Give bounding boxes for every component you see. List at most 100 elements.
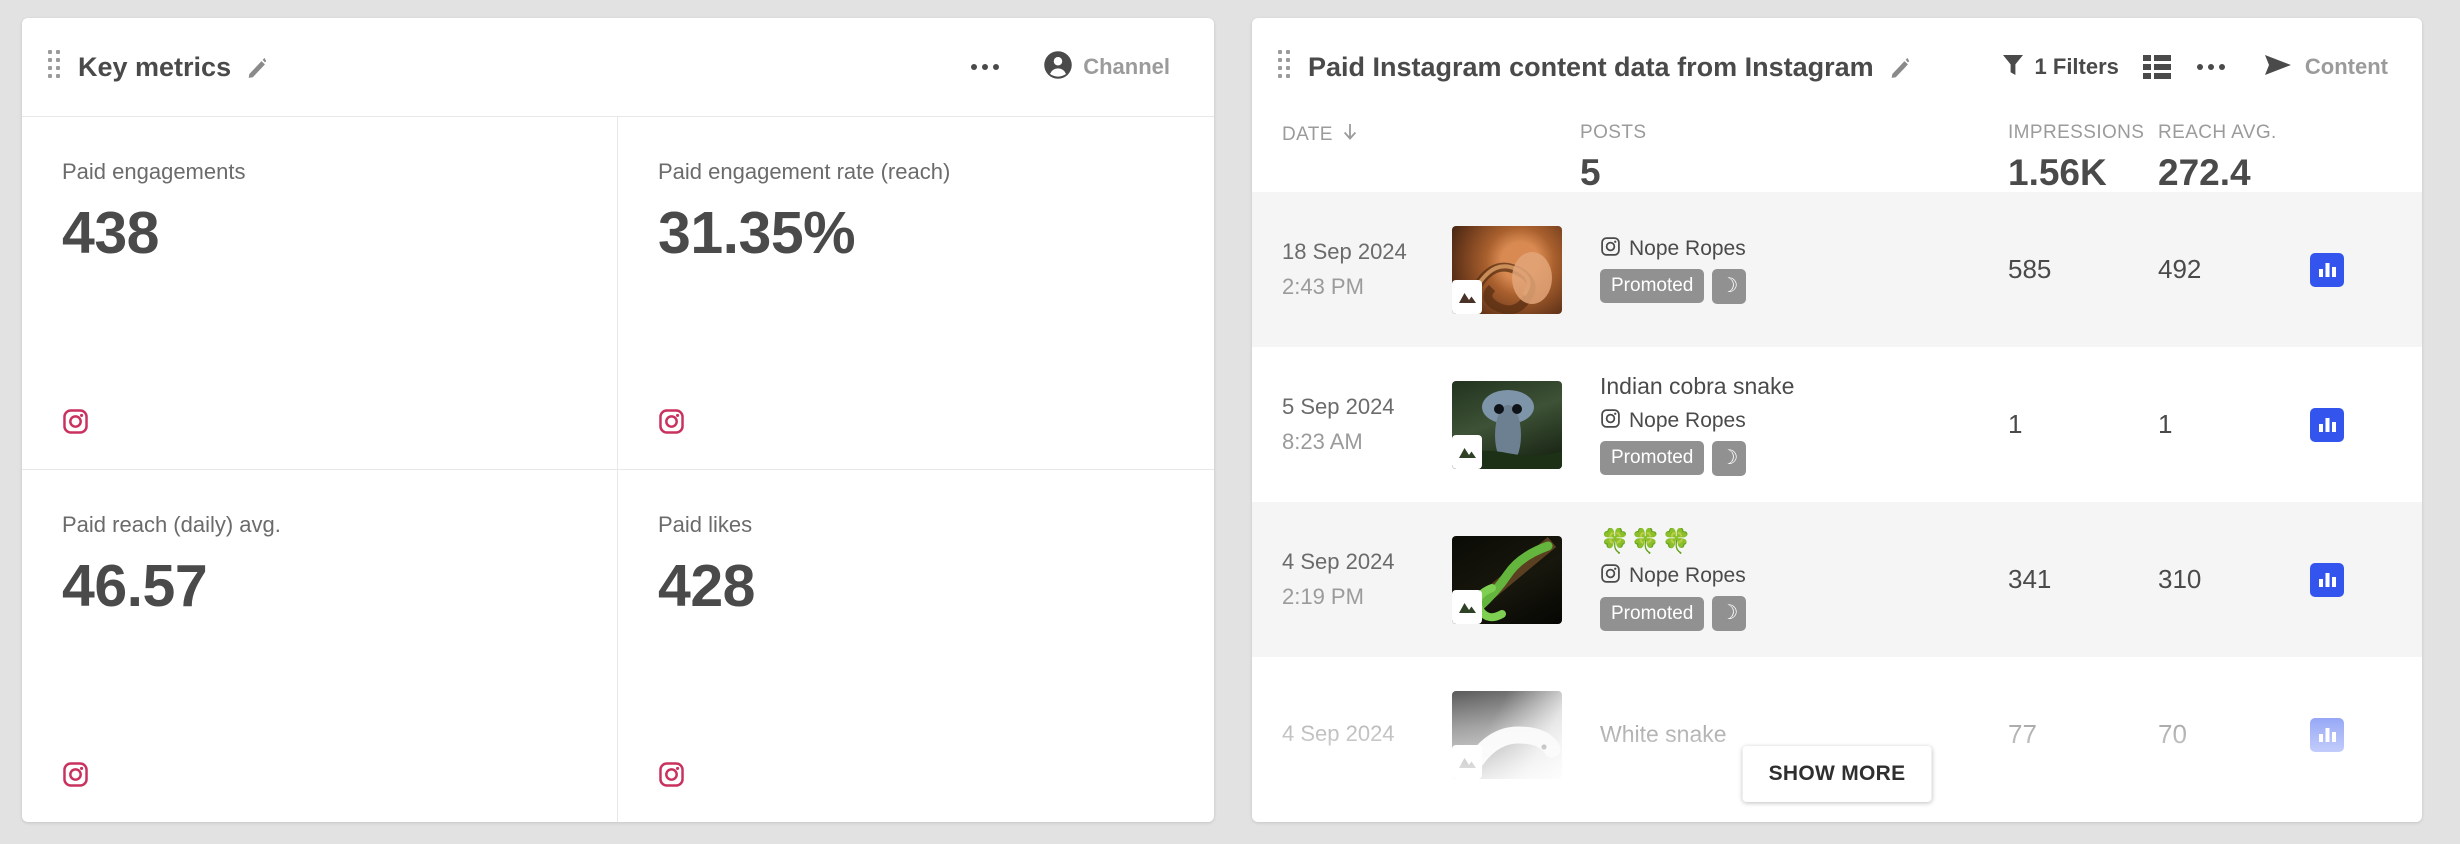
row-impressions: 341: [2008, 564, 2052, 594]
bar-chart-icon[interactable]: [2310, 562, 2344, 597]
column-impressions[interactable]: IMPRESSIONS 1.56K: [2008, 122, 2158, 194]
column-summary-reach-avg: 272.4: [2158, 152, 2251, 193]
post-account-name: Nope Ropes: [1629, 236, 1746, 260]
instagram-icon: [659, 762, 684, 787]
pencil-icon[interactable]: [245, 54, 271, 80]
post-account-name: Nope Ropes: [1629, 564, 1746, 588]
table-row[interactable]: 5 Sep 2024 8:23 AM Indian cobra snake No…: [1252, 347, 2422, 502]
table-row[interactable]: 4 Sep 2024 2:19 PM 🍀🍀🍀 Nope Ropes Promot…: [1252, 502, 2422, 657]
row-reach-avg: 1: [2158, 409, 2173, 439]
row-time: 2:43 PM: [1282, 273, 1364, 299]
content-label: Content: [2304, 54, 2388, 79]
metric-value: 46.57: [62, 552, 208, 619]
drag-handle-icon[interactable]: [48, 50, 60, 84]
metric-card[interactable]: Paid reach (daily) avg. 46.57: [22, 469, 618, 822]
show-more-button[interactable]: SHOW MORE: [1742, 746, 1932, 802]
row-date-cell: 4 Sep 2024: [1282, 717, 1452, 751]
column-posts[interactable]: POSTS 5: [1580, 122, 2008, 194]
instagram-outline-icon: [1600, 408, 1621, 434]
metric-card[interactable]: Paid engagement rate (reach) 31.35%: [618, 117, 1214, 470]
metric-network: [62, 761, 577, 788]
row-date-cell: 4 Sep 2024 2:19 PM: [1282, 545, 1452, 613]
metric-label: Paid likes: [658, 511, 753, 537]
row-reach-avg: 310: [2158, 564, 2202, 594]
dark-mode-tag: ☽: [1712, 440, 1747, 476]
row-thumbnail-cell[interactable]: [1452, 690, 1580, 779]
content-table-header: Paid Instagram content data from Instagr…: [1252, 18, 2422, 116]
photo-icon: [1452, 434, 1482, 469]
column-summary-impressions: 1.56K: [2008, 152, 2107, 193]
arrow-down-icon: [1341, 122, 1359, 148]
promoted-tag: Promoted: [1600, 269, 1705, 303]
promoted-tag: Promoted: [1600, 597, 1705, 631]
instagram-icon: [659, 408, 684, 434]
metric-value: 428: [658, 552, 755, 619]
post-tags: Promoted ☽: [1600, 268, 2008, 304]
content-button[interactable]: Content: [2251, 46, 2392, 89]
post-account[interactable]: Nope Ropes: [1600, 236, 2008, 262]
column-header-impressions: IMPRESSIONS: [2008, 122, 2145, 143]
instagram-icon: [63, 408, 88, 434]
post-account[interactable]: Nope Ropes: [1600, 408, 2008, 434]
ellipsis-icon[interactable]: [959, 56, 1011, 78]
post-account[interactable]: Nope Ropes: [1600, 563, 2008, 589]
metric-value: 438: [62, 200, 159, 266]
photo-icon: [1452, 589, 1482, 624]
key-metrics-actions: Channel: [959, 44, 1180, 91]
column-header-date: DATE: [1282, 122, 1452, 148]
row-thumbnail-cell[interactable]: [1452, 225, 1580, 314]
content-table-actions: 1 Filters Content: [1981, 46, 2392, 89]
post-caption: White snake: [1600, 720, 1727, 747]
instagram-icon: [63, 762, 88, 787]
content-table: DATE POSTS 5 IMPRESSIONS 1.56K REACH AVG…: [1252, 116, 2422, 822]
post-thumbnail[interactable]: [1452, 380, 1562, 469]
ellipsis-icon[interactable]: [2185, 56, 2237, 78]
funnel-icon: [2001, 52, 2025, 83]
post-thumbnail[interactable]: [1452, 535, 1562, 624]
row-reach-avg: 70: [2158, 719, 2187, 749]
metric-label: Paid reach (daily) avg.: [62, 511, 281, 537]
row-time: 8:23 AM: [1282, 428, 1363, 454]
column-date[interactable]: DATE: [1282, 122, 1452, 148]
metric-network: [658, 761, 1174, 788]
row-reach-avg: 492: [2158, 254, 2202, 284]
row-action-cell: [2310, 717, 2422, 752]
row-action-cell: [2310, 562, 2422, 597]
row-thumbnail-cell[interactable]: [1452, 535, 1580, 624]
table-header-row: DATE POSTS 5 IMPRESSIONS 1.56K REACH AVG…: [1252, 116, 2422, 194]
row-impressions: 1: [2008, 409, 2023, 439]
metric-card[interactable]: Paid engagements 438: [22, 117, 618, 470]
row-time: 2:19 PM: [1282, 583, 1364, 609]
drag-handle-icon[interactable]: [1278, 50, 1290, 84]
bar-chart-icon[interactable]: [2310, 407, 2344, 442]
channel-button[interactable]: Channel: [1033, 44, 1180, 91]
key-metrics-header: Key metrics Channel: [22, 18, 1214, 116]
person-icon: [1043, 50, 1073, 85]
row-action-cell: [2310, 252, 2422, 287]
row-post-cell: 🍀🍀🍀 Nope Ropes Promoted ☽: [1580, 528, 2008, 632]
column-header-reach-avg: REACH AVG.: [2158, 122, 2277, 143]
post-tags: Promoted ☽: [1600, 440, 2008, 476]
metric-card[interactable]: Paid likes 428: [618, 470, 1214, 823]
post-thumbnail[interactable]: [1452, 225, 1562, 314]
row-date: 5 Sep 2024: [1282, 394, 1395, 420]
post-caption: 🍀🍀🍀: [1600, 527, 1693, 555]
dark-mode-tag: ☽: [1712, 596, 1747, 632]
post-caption: Indian cobra snake: [1600, 373, 1795, 400]
post-tags: Promoted ☽: [1600, 596, 2008, 632]
filters-button[interactable]: 1 Filters: [1991, 46, 2129, 89]
instagram-outline-icon: [1600, 563, 1621, 589]
row-thumbnail-cell[interactable]: [1452, 380, 1580, 469]
list-view-icon[interactable]: [2129, 46, 2185, 88]
post-thumbnail[interactable]: [1452, 690, 1562, 779]
pencil-icon[interactable]: [1888, 54, 1914, 80]
channel-label: Channel: [1083, 54, 1170, 79]
bar-chart-icon[interactable]: [2310, 252, 2344, 287]
metric-label: Paid engagements: [62, 159, 246, 184]
row-post-cell: White snake: [1580, 721, 2008, 749]
column-reach-avg[interactable]: REACH AVG. 272.4: [2158, 122, 2310, 194]
table-row[interactable]: 18 Sep 2024 2:43 PM Nope Ropes Promoted …: [1252, 192, 2422, 347]
row-date: 4 Sep 2024: [1282, 721, 1395, 747]
bar-chart-icon[interactable]: [2310, 717, 2344, 752]
photo-icon: [1452, 279, 1482, 314]
